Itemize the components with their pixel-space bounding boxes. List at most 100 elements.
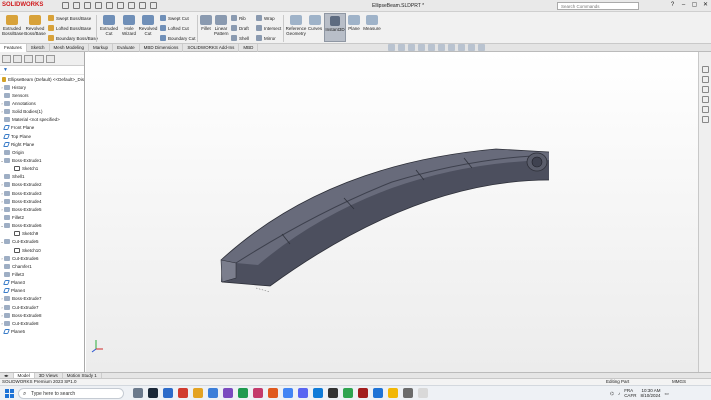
- tree-item[interactable]: Plane4: [0, 287, 84, 295]
- tab-markup[interactable]: Markup: [89, 44, 114, 52]
- tree-item[interactable]: EllipseBeam (Default) <<Default>_Dis: [0, 75, 84, 83]
- steam-icon[interactable]: [148, 388, 158, 398]
- notification-icon[interactable]: ▭: [664, 391, 668, 396]
- app-icon[interactable]: [358, 388, 368, 398]
- help-icon[interactable]: ?: [669, 2, 676, 9]
- tree-item[interactable]: Sketch10: [0, 246, 84, 254]
- task-view-icon[interactable]: [133, 388, 143, 398]
- zoom-to-fit-icon[interactable]: [388, 44, 395, 51]
- close-icon[interactable]: ✕: [702, 2, 709, 9]
- apply-scene-icon[interactable]: [468, 44, 475, 51]
- boundary-cut-button[interactable]: Boundary Cut: [160, 35, 196, 41]
- windows-start-icon[interactable]: [5, 389, 14, 398]
- tree-item[interactable]: › Boss-Extrude2: [0, 181, 84, 189]
- property-manager-tab-icon[interactable]: [13, 55, 22, 63]
- design-library-icon[interactable]: [702, 76, 709, 83]
- app-icon[interactable]: [328, 388, 338, 398]
- ellipse-beam-model[interactable]: [86, 52, 698, 373]
- shell-button[interactable]: Shell: [231, 35, 249, 41]
- feature-manager-tab-icon[interactable]: [2, 55, 11, 63]
- instant3d-toggle[interactable]: Instant3D: [324, 13, 346, 42]
- swept-cut-button[interactable]: Swept Cut: [160, 15, 189, 21]
- tree-item[interactable]: Material <not specified>: [0, 116, 84, 124]
- draft-button[interactable]: Draft: [231, 25, 249, 31]
- tree-item[interactable]: › Boss-Extrude8: [0, 311, 84, 319]
- rebuild-icon[interactable]: [139, 2, 146, 9]
- home-icon[interactable]: [62, 2, 69, 9]
- display-manager-tab-icon[interactable]: [46, 55, 55, 63]
- options-icon[interactable]: [150, 2, 157, 9]
- tree-item[interactable]: Sensors: [0, 91, 84, 99]
- previous-view-icon[interactable]: [408, 44, 415, 51]
- edit-appearance-icon[interactable]: [458, 44, 465, 51]
- curves-button[interactable]: Curves: [307, 15, 323, 31]
- file-explorer-taskbar-icon[interactable]: [193, 388, 203, 398]
- tree-item[interactable]: › Boss-Extrude3: [0, 189, 84, 197]
- chrome-icon[interactable]: [283, 388, 293, 398]
- print-icon[interactable]: [106, 2, 113, 9]
- tree-item[interactable]: ⌄ Boss-Extrude1: [0, 156, 84, 164]
- dimxpert-manager-tab-icon[interactable]: [35, 55, 44, 63]
- tree-item[interactable]: › History: [0, 83, 84, 91]
- edge-icon[interactable]: [208, 388, 218, 398]
- tree-item[interactable]: Right Plane: [0, 140, 84, 148]
- tree-item[interactable]: ⌄ Boss-Extrude6: [0, 222, 84, 230]
- tree-item[interactable]: Top Plane: [0, 132, 84, 140]
- view-settings-icon[interactable]: [478, 44, 485, 51]
- tree-item[interactable]: › Boss-Extrude5: [0, 205, 84, 213]
- tab-evaluate[interactable]: Evaluate: [113, 44, 140, 52]
- minimize-icon[interactable]: –: [680, 2, 687, 9]
- lofted-boss-button[interactable]: Lofted Boss/Base: [48, 25, 91, 31]
- undo-icon[interactable]: [117, 2, 124, 9]
- tree-item[interactable]: Fillet3: [0, 270, 84, 278]
- open-icon[interactable]: [84, 2, 91, 9]
- revolved-cut-button[interactable]: Revolved Cut: [138, 15, 158, 36]
- reference-geometry-button[interactable]: Reference Geometry: [285, 15, 307, 36]
- hide-show-items-icon[interactable]: [448, 44, 455, 51]
- rib-button[interactable]: Rib: [231, 15, 246, 21]
- hole-wizard-button[interactable]: Hole Wizard: [120, 15, 138, 36]
- custom-properties-icon[interactable]: [702, 116, 709, 123]
- units-selector[interactable]: MMGS: [672, 379, 686, 384]
- lofted-cut-button[interactable]: Lofted Cut: [160, 25, 189, 31]
- tree-item[interactable]: Sketch9: [0, 230, 84, 238]
- tab-mbd-dimensions[interactable]: MBD Dimensions: [140, 44, 184, 52]
- view-palette-icon[interactable]: [702, 96, 709, 103]
- solidworks-resources-icon[interactable]: [702, 66, 709, 73]
- tree-item[interactable]: Shell1: [0, 173, 84, 181]
- select-icon[interactable]: [128, 2, 135, 9]
- boundary-boss-button[interactable]: Boundary Boss/Base: [48, 35, 98, 41]
- wrap-button[interactable]: Wrap: [256, 15, 275, 21]
- save-icon[interactable]: [95, 2, 102, 9]
- firefox-icon[interactable]: [268, 388, 278, 398]
- appearances-icon[interactable]: [702, 106, 709, 113]
- mirror-button[interactable]: Mirror: [256, 35, 276, 41]
- tree-item[interactable]: › Cut-Extrude7: [0, 303, 84, 311]
- display-style-icon[interactable]: [438, 44, 445, 51]
- tree-item[interactable]: Front Plane: [0, 124, 84, 132]
- configuration-manager-tab-icon[interactable]: [24, 55, 33, 63]
- tree-item[interactable]: Fillet2: [0, 213, 84, 221]
- app-icon[interactable]: [373, 388, 383, 398]
- restore-icon[interactable]: ▢: [691, 2, 698, 9]
- tree-item[interactable]: ⌄ Cut-Extrude5: [0, 238, 84, 246]
- app-icon[interactable]: [253, 388, 263, 398]
- clock[interactable]: 10:30 AM 8/10/2024: [640, 388, 660, 398]
- tree-item[interactable]: Plane5: [0, 327, 84, 335]
- volume-icon[interactable]: ♪: [618, 391, 620, 396]
- app-icon[interactable]: [403, 388, 413, 398]
- discord-icon[interactable]: [298, 388, 308, 398]
- solidworks-taskbar-icon[interactable]: [178, 388, 188, 398]
- linear-pattern-button[interactable]: Linear Pattern: [214, 15, 229, 36]
- app-icon[interactable]: [313, 388, 323, 398]
- tree-item[interactable]: Sketch1: [0, 165, 84, 173]
- revolved-boss-button[interactable]: Revolved Boss/Base: [24, 15, 46, 36]
- tree-item[interactable]: Origin: [0, 148, 84, 156]
- tab-solidworks-add-ins[interactable]: SOLIDWORKS Add-Ins: [183, 44, 240, 52]
- extruded-boss-button[interactable]: Extruded Boss/Base: [2, 15, 24, 36]
- tree-item[interactable]: Chamfer1: [0, 262, 84, 270]
- file-explorer-icon[interactable]: [702, 86, 709, 93]
- tab-mbd[interactable]: MBD: [239, 44, 259, 52]
- app-icon[interactable]: [223, 388, 233, 398]
- tab-features[interactable]: Features: [0, 44, 27, 52]
